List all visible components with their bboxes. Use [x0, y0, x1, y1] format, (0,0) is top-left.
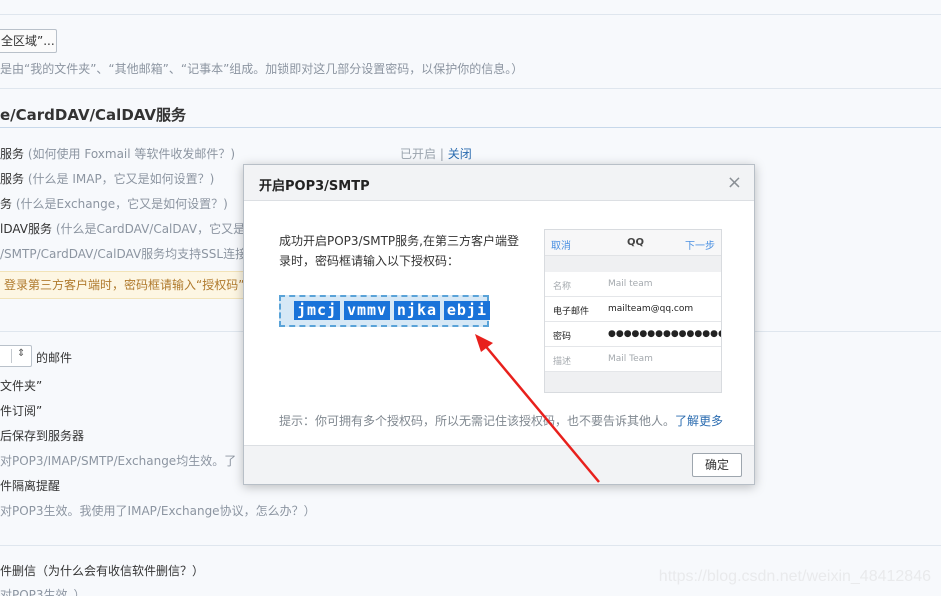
service-row-carddav: lDAV服务 (什么是CardDAV/CalDAV，它又是	[0, 220, 245, 237]
dialog-title: 开启POP3/SMTP	[259, 179, 370, 194]
dialog-description: 成功开启POP3/SMTP服务,在第三方客户端登录时，密码框请输入以下授权码：	[279, 234, 519, 268]
lock-area-button[interactable]: 全区域”...	[0, 29, 57, 53]
watermark: https://blog.csdn.net/weixin_48412846	[658, 568, 931, 585]
status-sep: |	[439, 147, 444, 161]
preview-next: 下一步	[685, 241, 715, 252]
option-save-server[interactable]: 后保存到服务器	[0, 427, 84, 444]
divider	[0, 545, 941, 546]
service-row-exchange: 务 (什么是Exchange，它又是如何设置？)	[0, 195, 228, 212]
option-delete[interactable]: 件删信（为什么会有收信软件删信？）	[0, 562, 204, 579]
option-isolation[interactable]: 件隔离提醒	[0, 477, 60, 494]
preview-row-name: 名称 Mail team	[545, 272, 721, 297]
service-name: 务	[0, 197, 13, 211]
preview-key: 电子邮件	[553, 307, 590, 317]
service-name: 服务	[0, 147, 25, 161]
option-note: 对POP3生效。）	[0, 588, 86, 596]
divider	[0, 127, 941, 128]
dialog-tip: 提示：你可拥有多个授权码，所以无需记住该授权码，也不要告诉其他人。了解更多	[279, 412, 723, 429]
service-name: 服务	[0, 172, 25, 186]
preview-navbar: 取消 QQ 下一步	[545, 230, 721, 256]
auth-code-part: njka	[393, 301, 441, 320]
preview-key: 名称	[553, 282, 572, 292]
ssl-note: /SMTP/CardDAV/CalDAV服务均支持SSL连接	[0, 247, 248, 261]
pop3-dialog: 开启POP3/SMTP × 成功开启POP3/SMTP服务,在第三方客户端登录时…	[243, 164, 755, 485]
preview-key: 密码	[553, 332, 572, 342]
tip-text: 提示：你可拥有多个授权码，所以无需记住该授权码，也不要告诉其他人。	[279, 414, 676, 428]
preview-row-email: 电子邮件 mailteam@qq.com	[545, 297, 721, 322]
service-name: lDAV服务	[0, 222, 53, 236]
preview-row-desc: 描述 Mail Team	[545, 347, 721, 372]
preview-value: Mail team	[608, 279, 653, 289]
lock-description: 是由“我的文件夹”、“其他邮箱”、“记事本”组成。加锁即对这几部分设置密码，以保…	[0, 62, 524, 76]
dialog-footer: 确定	[244, 445, 754, 484]
preview-key: 描述	[553, 357, 572, 367]
option-subscription[interactable]: 件订阅”	[0, 402, 42, 419]
mail-suffix: 的邮件	[36, 351, 73, 365]
option-note: 对POP3生效。我使用了IMAP/Exchange协议，怎么办？）	[0, 504, 316, 518]
option-note: 对POP3/IMAP/SMTP/Exchange均生效。了	[0, 454, 237, 468]
service-help-link[interactable]: (什么是 IMAP，它又是如何设置？)	[28, 172, 215, 186]
mail-range-select[interactable]: ⇕	[0, 345, 32, 367]
close-icon[interactable]: ×	[727, 172, 742, 193]
preview-value: ●●●●●●●●●●●●●●●●	[608, 329, 722, 339]
section-title: e/CardDAV/CalDAV服务	[0, 106, 186, 124]
service-row-pop3: 服务 (如何使用 Foxmail 等软件收发邮件？)	[0, 145, 235, 162]
chevron-updown-icon: ⇕	[17, 348, 26, 359]
ok-button[interactable]: 确定	[692, 453, 742, 477]
preview-value: mailteam@qq.com	[608, 304, 694, 314]
preview-cancel: 取消	[551, 241, 571, 252]
close-service-link[interactable]: 关闭	[448, 147, 472, 161]
preview-value: Mail Team	[608, 354, 653, 364]
auth-code-part: jmcj	[294, 301, 341, 320]
status-open: 已开启	[400, 147, 437, 161]
service-help-link[interactable]: (什么是CardDAV/CalDAV，它又是	[56, 222, 245, 236]
dialog-header: 开启POP3/SMTP ×	[244, 165, 754, 201]
divider	[0, 14, 941, 15]
service-help-link[interactable]: (如何使用 Foxmail 等软件收发邮件？)	[28, 147, 235, 161]
auth-code-part: ebji	[443, 301, 490, 320]
divider	[0, 88, 941, 89]
select-divider	[11, 349, 12, 363]
service-row-imap: 服务 (什么是 IMAP，它又是如何设置？)	[0, 170, 214, 187]
service-help-link[interactable]: (什么是Exchange，它又是如何设置？)	[16, 197, 228, 211]
option-folder[interactable]: 文件夹”	[0, 377, 42, 394]
preview-title: QQ	[627, 237, 645, 248]
preview-row-password: 密码 ●●●●●●●●●●●●●●●●	[545, 322, 721, 347]
client-setup-preview: 取消 QQ 下一步 名称 Mail team 电子邮件 mailteam@qq.…	[544, 229, 722, 393]
auth-code-part: vmmv	[343, 301, 391, 320]
auth-code-box[interactable]: jmcj vmmv njka ebji	[279, 295, 490, 327]
service-status: 已开启 | 关闭	[400, 145, 472, 162]
learn-more-link[interactable]: 了解更多	[675, 414, 723, 428]
